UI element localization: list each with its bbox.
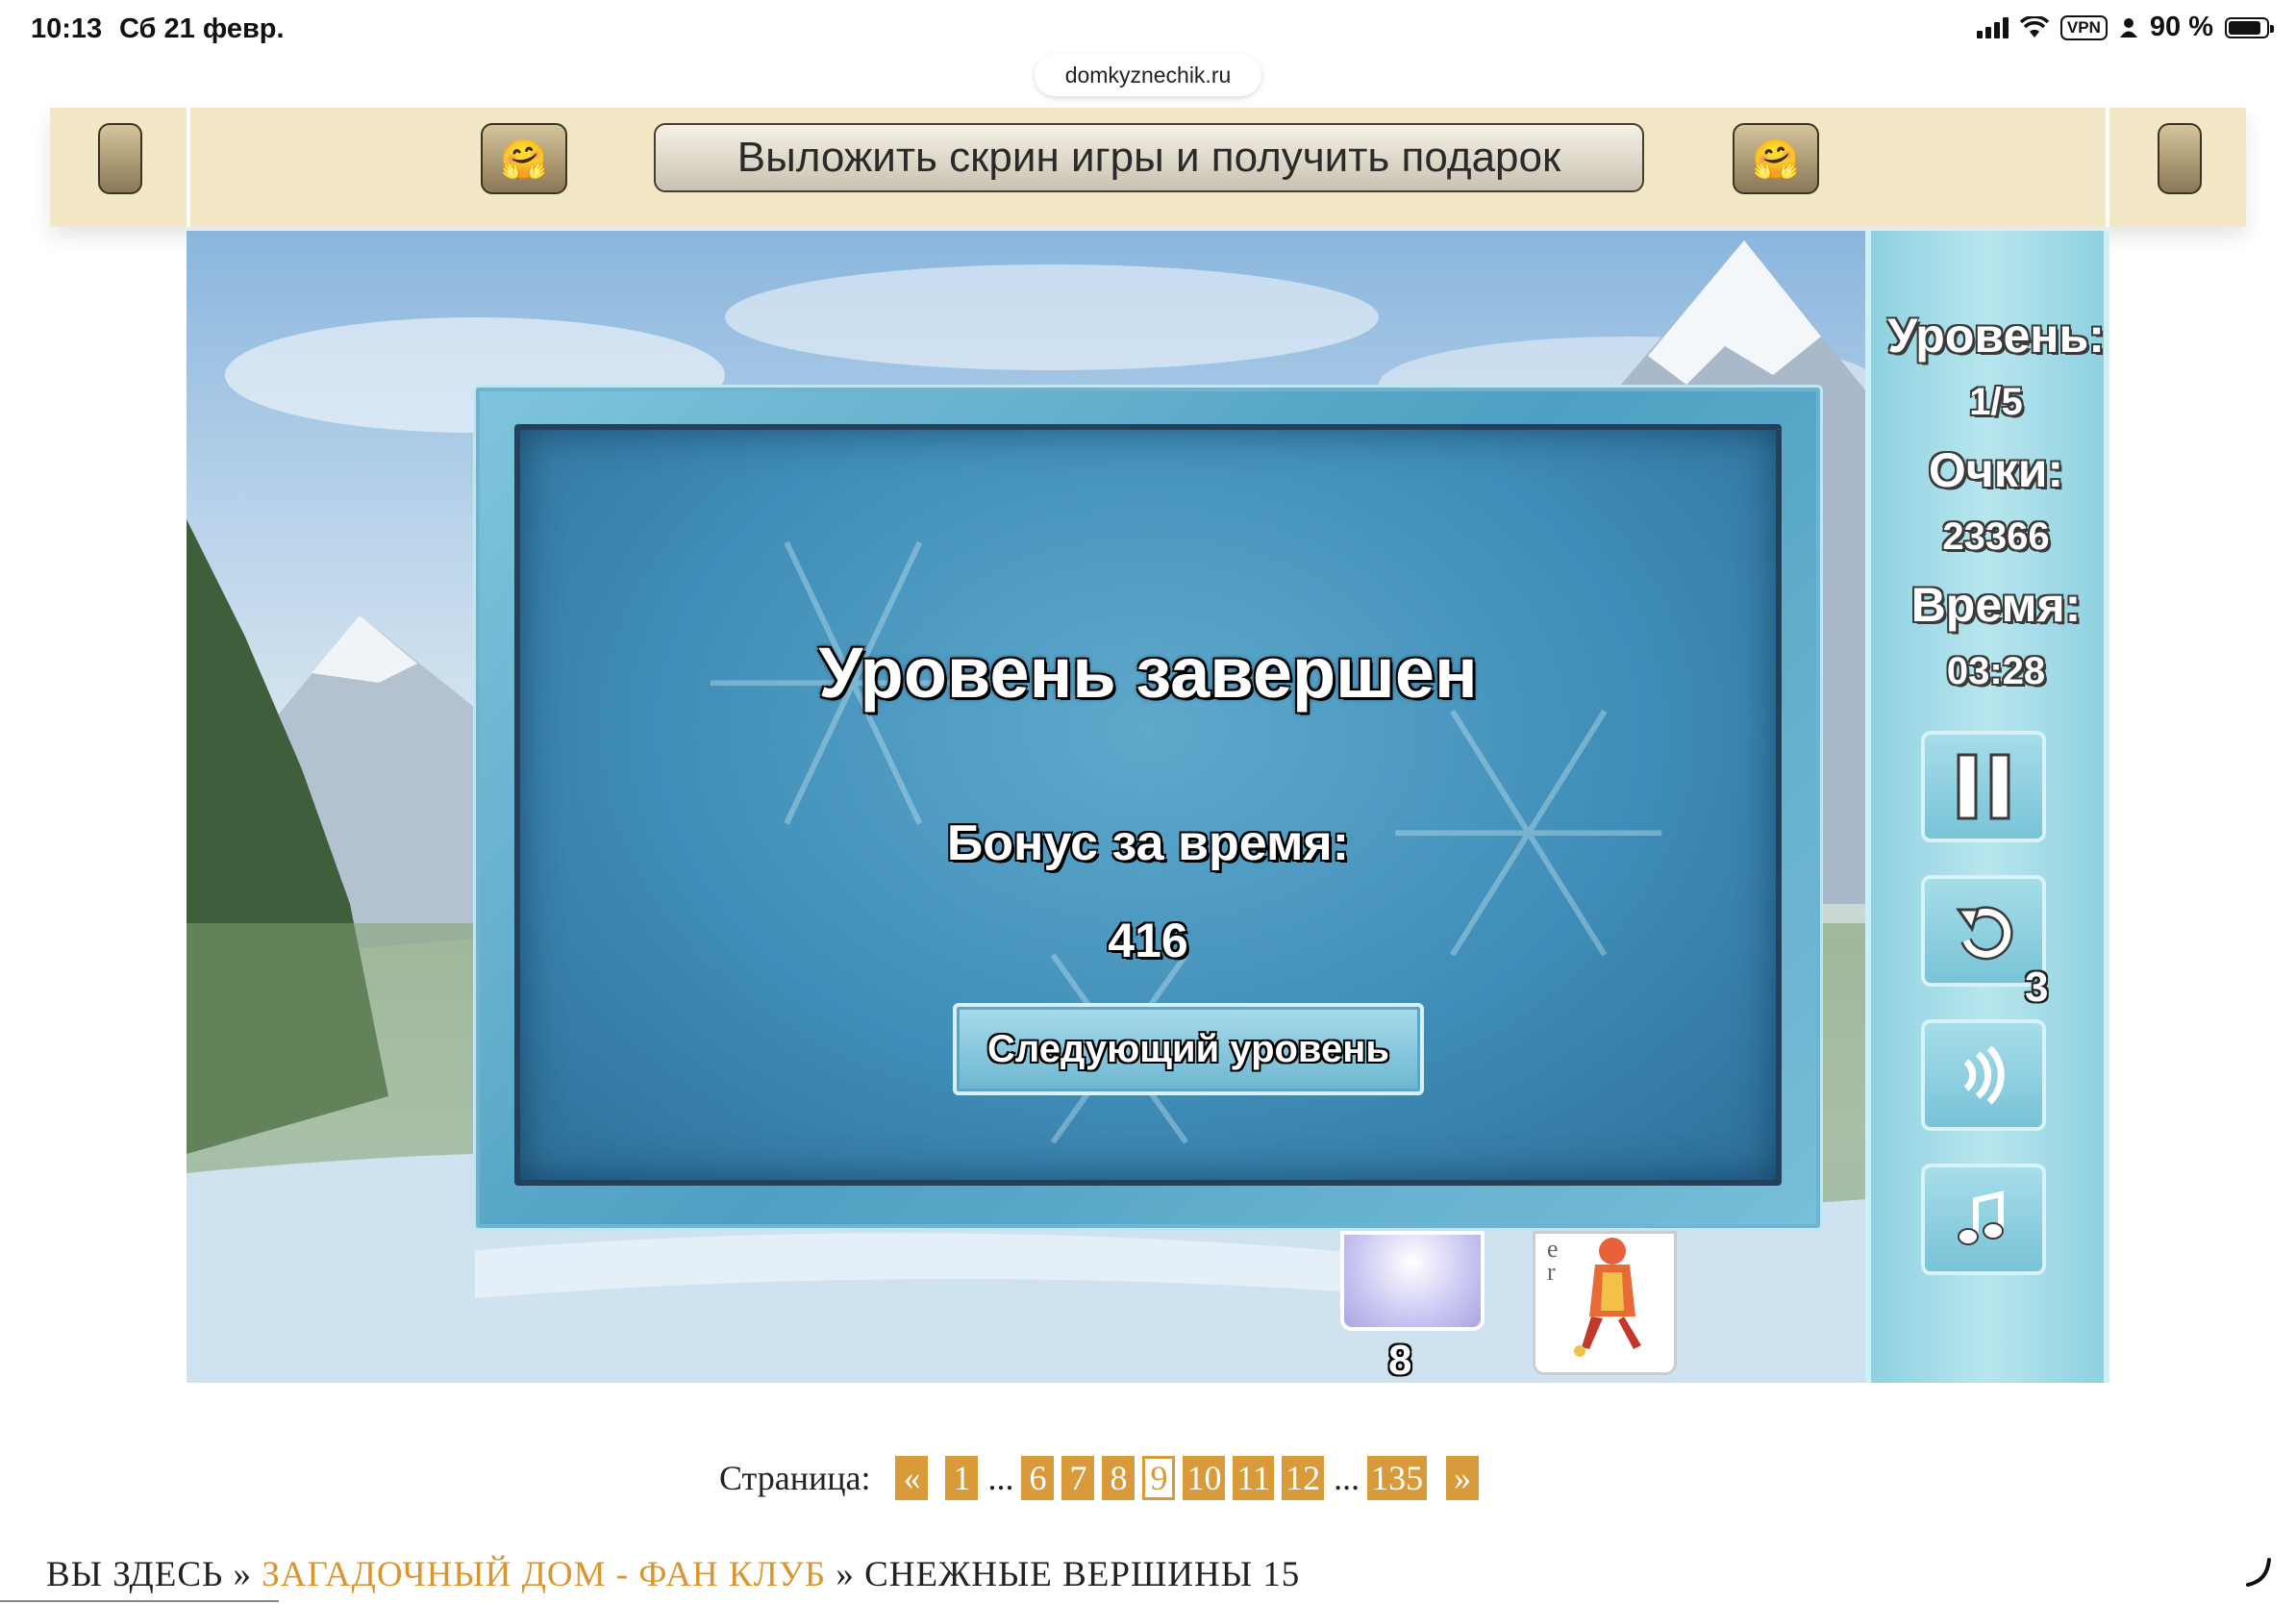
- hugging-face-button[interactable]: 🤗: [1733, 123, 1819, 194]
- music-button[interactable]: [1921, 1164, 2046, 1275]
- level-complete-title: Уровень завершен: [818, 633, 1478, 713]
- wifi-icon: [2019, 15, 2049, 38]
- loading-spinner-icon: [2246, 1558, 2271, 1587]
- pause-button[interactable]: [1921, 731, 2046, 842]
- page-link[interactable]: 7: [1061, 1456, 1095, 1500]
- dialog-frost-panel: Уровень завершен Бонус за время: 416 Сле…: [514, 424, 1782, 1186]
- breadcrumb-prefix: ВЫ ЗДЕСЬ: [46, 1555, 224, 1594]
- time-value: 03:28: [1946, 650, 2046, 692]
- banner-left-handle[interactable]: [98, 123, 142, 194]
- person-icon: [2119, 17, 2137, 38]
- pagination: Страница: « 1 ... 6 7 8 9 10 11 12 ... 1…: [719, 1454, 1486, 1502]
- game-area[interactable]: e r 8 Уровень завершен Бонус за время: 4…: [187, 231, 2109, 1383]
- time-bonus-value: 416: [1108, 914, 1188, 967]
- pagination-ellipsis: ...: [987, 1459, 1014, 1497]
- breadcrumb: ВЫ ЗДЕСЬ » ЗАГАДОЧНЫЙ ДОМ - ФАН КЛУБ » С…: [46, 1554, 1300, 1595]
- banner-right-handle[interactable]: [2158, 123, 2202, 194]
- breadcrumb-current: СНЕЖНЫЕ ВЕРШИНЫ 15: [864, 1555, 1301, 1594]
- stock-card[interactable]: [1340, 1231, 1485, 1331]
- status-date: Сб 21 февр.: [119, 13, 285, 44]
- level-value: 1/5: [1969, 381, 2023, 423]
- battery-percent: 90 %: [2149, 12, 2213, 42]
- sound-icon: [1963, 1045, 2005, 1105]
- battery-icon: [2225, 16, 2274, 38]
- score-value: 23366: [1942, 515, 2050, 558]
- pagination-ellipsis: ...: [1334, 1459, 1360, 1497]
- undo-icon: [1956, 906, 2013, 961]
- status-indicators: VPN 90 %: [1976, 12, 2274, 43]
- undo-count: 3: [2025, 964, 2049, 1011]
- page-link[interactable]: 6: [1021, 1456, 1055, 1500]
- jester-icon: [1574, 1238, 1641, 1357]
- page-link[interactable]: 8: [1102, 1456, 1136, 1500]
- game-side-panel: Уровень: 1/5 Очки: 23366 Время: 03:28 3: [1865, 231, 2109, 1383]
- pause-icon: [1957, 753, 2010, 820]
- pagination-label: Страница:: [719, 1459, 871, 1497]
- banner-divider: [187, 108, 190, 227]
- page-link[interactable]: 10: [1183, 1456, 1226, 1500]
- time-bonus-label: Бонус за время:: [946, 815, 1350, 871]
- sound-button[interactable]: [1921, 1019, 2046, 1131]
- page-link[interactable]: 135: [1367, 1456, 1428, 1500]
- next-level-button[interactable]: Следующий уровень: [953, 1003, 1424, 1095]
- music-icon: [1958, 1190, 2004, 1245]
- page-link[interactable]: 1: [945, 1456, 979, 1500]
- vpn-badge: VPN: [2059, 14, 2108, 40]
- jester-card[interactable]: e r: [1533, 1231, 1677, 1375]
- page-link[interactable]: 12: [1282, 1456, 1325, 1500]
- next-page-button[interactable]: »: [1446, 1456, 1480, 1500]
- stock-count: 8: [1388, 1337, 1412, 1383]
- banner-divider: [2106, 108, 2109, 227]
- current-page: 9: [1142, 1456, 1176, 1500]
- breadcrumb-link-fan-club[interactable]: ЗАГАДОЧНЫЙ ДОМ - ФАН КЛУБ: [262, 1555, 826, 1594]
- post-screenshot-button[interactable]: Выложить скрин игры и получить подарок: [654, 123, 1644, 192]
- cellular-signal-icon: [1976, 16, 2009, 38]
- status-time: 10:13: [31, 13, 103, 44]
- time-label: Время:: [1910, 578, 2082, 632]
- prev-page-button[interactable]: «: [895, 1456, 929, 1500]
- url-bar[interactable]: domkyznechik.ru: [1035, 54, 1261, 96]
- breadcrumb-separator: »: [836, 1555, 855, 1594]
- page-link[interactable]: 11: [1233, 1456, 1275, 1500]
- level-complete-dialog: Уровень завершен Бонус за время: 416 Сле…: [473, 385, 1823, 1231]
- level-label: Уровень:: [1887, 309, 2105, 363]
- promo-banner: 🤗 Выложить скрин игры и получить подарок…: [50, 108, 2246, 227]
- score-label: Очки:: [1928, 443, 2064, 497]
- hugging-face-button[interactable]: 🤗: [481, 123, 567, 194]
- status-bar: 10:13 Сб 21 февр. VPN 90 %: [0, 0, 2296, 62]
- breadcrumb-underline: [0, 1600, 279, 1602]
- breadcrumb-separator: »: [233, 1555, 252, 1594]
